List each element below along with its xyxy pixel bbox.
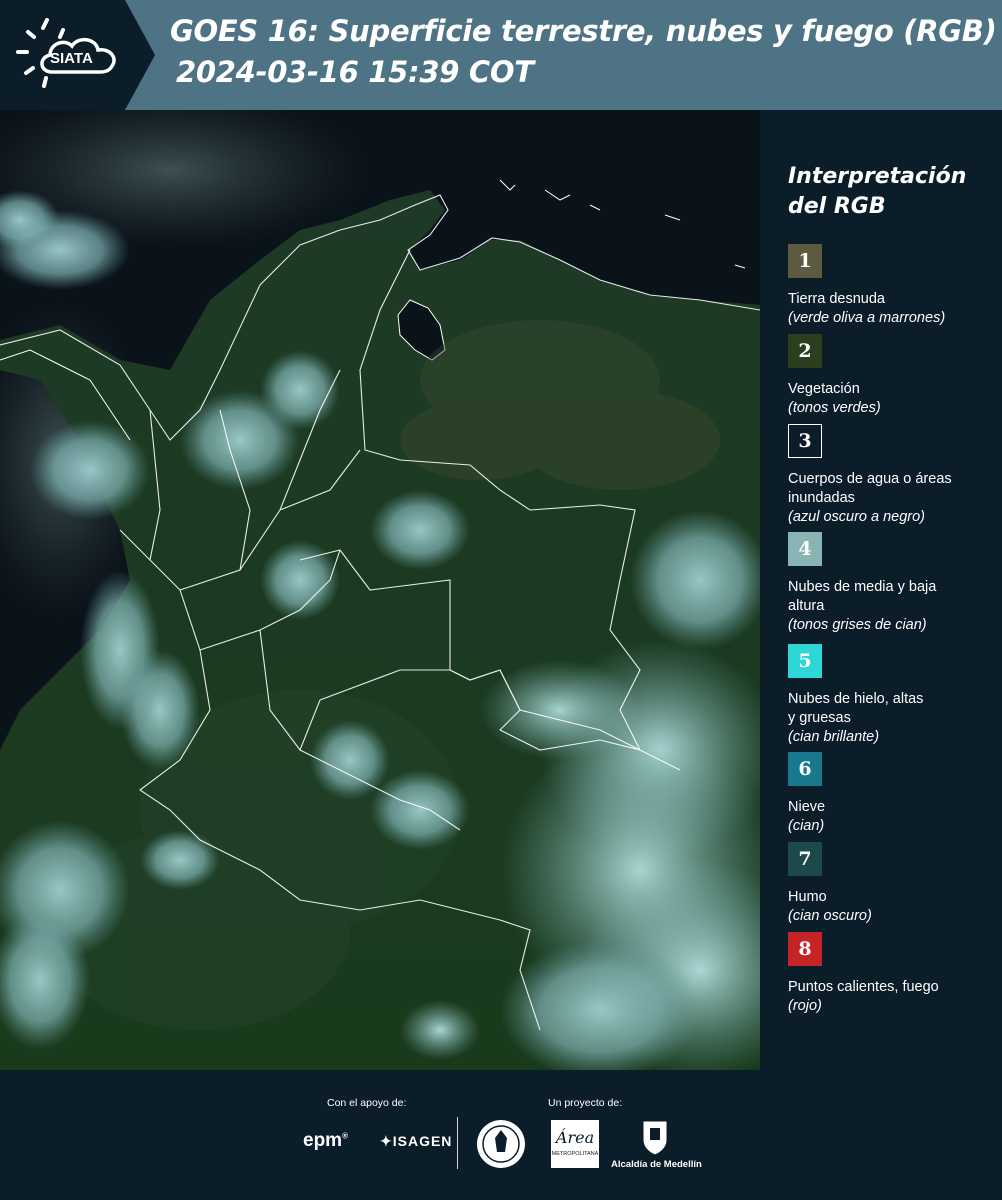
satellite-map-canvas [0, 110, 760, 1070]
legend-item-label: Nubes de media y baja altura [788, 579, 937, 614]
alcaldia-shield-icon[interactable] [640, 1118, 670, 1156]
support-label: Con el apoyo de: [327, 1097, 407, 1109]
legend-item-desc: (cian brillante) [788, 729, 880, 745]
legend-item-desc: (rojo) [788, 998, 822, 1014]
legend-item-4: 4 Nubes de media y baja altura (tonos gr… [788, 532, 998, 635]
area-logo-sub: METROPOLITANA [551, 1151, 599, 1157]
legend-item-label: Puntos calientes, fuego [788, 979, 939, 995]
legend-item-desc: (tonos verdes) [788, 400, 881, 416]
legend-item-label: Nubes de hielo, altas y gruesas [788, 691, 924, 726]
legend-swatch: 1 [788, 244, 822, 278]
legend-item-6: 6 Nieve (cian) [788, 752, 998, 836]
legend-item-label: Vegetación [788, 381, 860, 397]
legend-swatch: 6 [788, 752, 822, 786]
legend-item-5: 5 Nubes de hielo, altas y gruesas (cian … [788, 644, 998, 747]
page-title: GOES 16: Superficie terrestre, nubes y f… [170, 14, 997, 48]
siata-logo-text: SIATA [50, 50, 93, 67]
isagen-logo-text: ISAGEN [392, 1133, 453, 1149]
legend-item-8: 8 Puntos calientes, fuego (rojo) [788, 932, 998, 1016]
legend-item-desc: (verde oliva a marrones) [788, 310, 946, 326]
legend-item-desc: (cian) [788, 818, 825, 834]
legend-panel: Interpretación del RGB 1 Tierra desnuda … [760, 110, 1002, 1070]
legend-item-label: Humo [788, 889, 827, 905]
satellite-map[interactable] [0, 110, 760, 1070]
epm-logo-text: epm [303, 1130, 343, 1151]
legend-title-line2: del RGB [788, 194, 886, 219]
legend-item-label: Tierra desnuda [788, 291, 885, 307]
isagen-logo[interactable]: ✦ISAGEN [380, 1133, 452, 1150]
isagen-star-icon: ✦ [380, 1133, 393, 1149]
alcaldia-logo-text: Alcaldía de Medellín [611, 1159, 702, 1170]
epm-logo[interactable]: epm® [303, 1130, 348, 1152]
legend-title: Interpretación del RGB [788, 162, 966, 222]
legend-item-label: Nieve [788, 799, 826, 815]
area-metropolitana-logo[interactable]: Área METROPOLITANA [551, 1120, 599, 1168]
legend-item-desc: (tonos grises de cian) [788, 617, 927, 633]
legend-item-label: Cuerpos de agua o áreas inundadas [788, 471, 952, 506]
legend-swatch: 5 [788, 644, 822, 678]
siata-logo: SIATA [0, 0, 155, 110]
page-timestamp: 2024-03-16 15:39 COT [176, 55, 534, 89]
footer: Con el apoyo de: Un proyecto de: epm® ✦I… [0, 1070, 1002, 1200]
legend-swatch: 2 [788, 334, 822, 368]
legend-swatch: 7 [788, 842, 822, 876]
legend-swatch: 4 [788, 532, 822, 566]
legend-title-line1: Interpretación [788, 164, 967, 189]
legend-item-7: 7 Humo (cian oscuro) [788, 842, 998, 926]
header: SIATA GOES 16: Superficie terrestre, nub… [0, 0, 1002, 110]
legend-item-2: 2 Vegetación (tonos verdes) [788, 334, 998, 418]
footer-divider [457, 1117, 458, 1169]
project-label: Un proyecto de: [548, 1097, 623, 1109]
legend-swatch: 8 [788, 932, 822, 966]
legend-item-desc: (azul oscuro a negro) [788, 509, 926, 525]
legend-item-desc: (cian oscuro) [788, 908, 872, 924]
legend-item-1: 1 Tierra desnuda (verde oliva a marrones… [788, 244, 998, 328]
legend-item-3: 3 Cuerpos de agua o áreas inundadas (azu… [788, 424, 998, 527]
legend-swatch: 3 [788, 424, 822, 458]
medellin-seal-icon[interactable] [475, 1118, 527, 1170]
area-logo-text: Área [555, 1128, 595, 1147]
